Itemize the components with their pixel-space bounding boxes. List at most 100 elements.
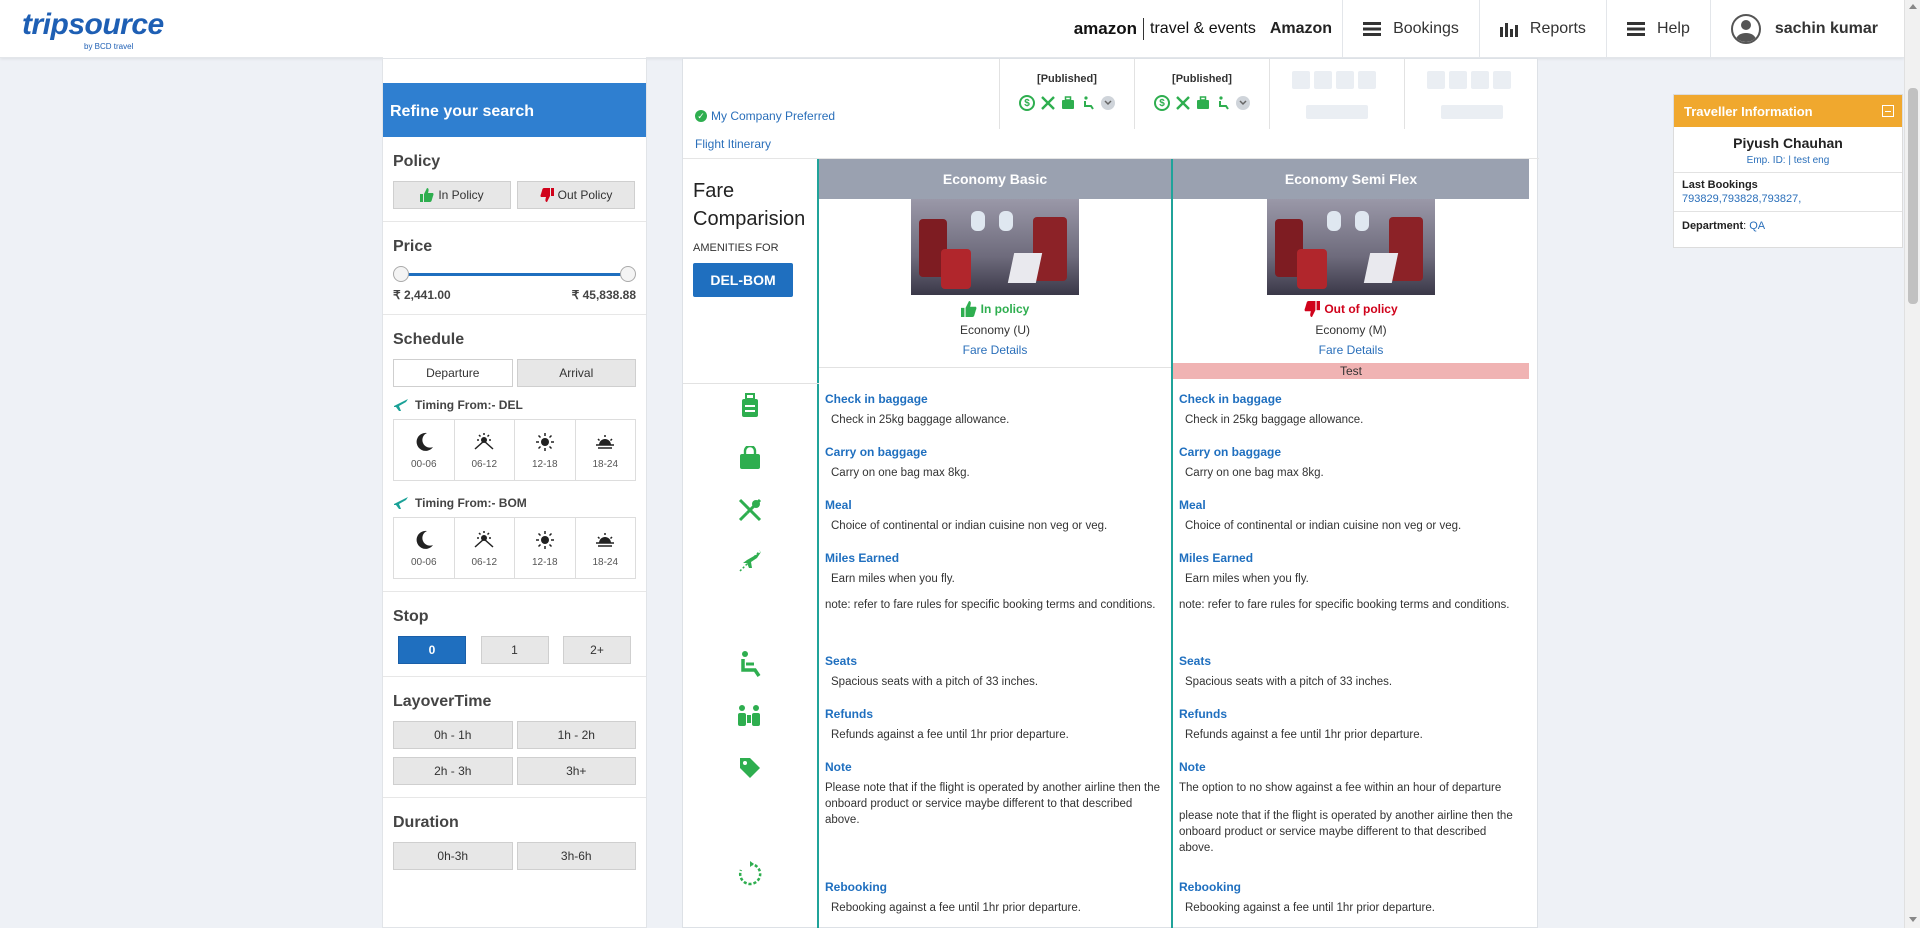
slot-18-24[interactable]: 18-24	[576, 420, 636, 480]
layover-3plus-button[interactable]: 3h+	[516, 757, 636, 785]
moon-icon	[416, 432, 433, 451]
route-button[interactable]: DEL-BOM	[693, 263, 793, 297]
amenity-miles-earned: Miles Earned Earn miles when you fly. no…	[825, 551, 1156, 611]
layover-0-1-button[interactable]: 0h - 1h	[393, 721, 513, 749]
amenity-rebooking: Rebooking Rebooking against a fee until …	[1179, 880, 1435, 914]
page-scrollbar[interactable]	[1904, 0, 1920, 928]
amenity-carry-on-baggage: Carry on baggage Carry on one bag max 8k…	[825, 445, 970, 479]
slot-12-18[interactable]: 12-18	[515, 518, 576, 578]
amenity-seats: Seats Spacious seats with a pitch of 33 …	[1179, 654, 1393, 688]
nav-bookings-label: Bookings	[1393, 20, 1459, 37]
layover-1-2-button[interactable]: 1h - 2h	[516, 721, 636, 749]
price-max-handle[interactable]	[620, 266, 636, 282]
sunset-icon	[596, 532, 615, 547]
price-filter: Price ₹ 2,441.00 ₹ 45,838.88	[383, 222, 646, 315]
meal-icon	[735, 495, 765, 525]
slot-06-12[interactable]: 06-12	[455, 420, 515, 480]
del-time-slots: 00-06 06-12 12-18 18-24	[393, 419, 636, 481]
flight-summary: ✓ My Company Preferred Flight Itinerary …	[683, 59, 1539, 159]
duration-3-6-button[interactable]: 3h-6h	[516, 842, 636, 870]
bar-chart-icon	[1499, 21, 1518, 37]
company-name: Amazon	[1269, 20, 1333, 37]
department: Department: QA	[1674, 211, 1902, 238]
amenity-carry-on-baggage: Carry on baggage Carry on one bag max 8k…	[1179, 445, 1324, 479]
nav-reports-label: Reports	[1529, 20, 1586, 37]
baggage-icon	[1197, 96, 1209, 109]
slot-00-06[interactable]: 00-06	[394, 420, 455, 480]
logo-sub: by BCD travel	[84, 42, 134, 51]
chevron-down-icon[interactable]	[1101, 96, 1115, 110]
out-policy-button[interactable]: Out Policy	[517, 181, 635, 209]
slot-12-18[interactable]: 12-18	[515, 420, 576, 480]
published-label: [Published]	[1037, 73, 1097, 85]
timing-del-label: Timing From:- DEL	[415, 398, 523, 412]
tripsource-logo[interactable]: tripsource by BCD travel	[22, 8, 164, 51]
amenity-refunds: Refunds Refunds against a fee until 1hr …	[825, 707, 1069, 741]
plane-icon	[393, 495, 409, 511]
tag-icon	[735, 753, 765, 783]
refine-title: Refine your search	[383, 83, 646, 137]
slot-00-06[interactable]: 00-06	[394, 518, 455, 578]
price-heading: Price	[393, 238, 433, 255]
tab-departure[interactable]: Departure	[393, 359, 513, 387]
traveller-info-header: Traveller Information	[1674, 95, 1902, 127]
seat-icon	[1084, 96, 1094, 110]
amenity-rebooking: Rebooking Rebooking against a fee until …	[825, 880, 1081, 914]
fare-option-1[interactable]: [Published] $	[999, 59, 1134, 129]
traveller-info-panel: Traveller Information Piyush Chauhan Emp…	[1673, 94, 1903, 248]
amenity-note: Note The option to no show against a fee…	[1179, 760, 1513, 854]
nav-reports[interactable]: Reports	[1478, 0, 1606, 58]
amenity-meal: Meal Choice of continental or indian cui…	[1179, 498, 1462, 532]
tab-arrival[interactable]: Arrival	[516, 359, 636, 387]
fare-option-placeholder	[1404, 59, 1539, 129]
fare-details-link[interactable]: Fare Details	[819, 343, 1171, 357]
seat-icon	[1219, 96, 1229, 110]
meal-icon	[1041, 96, 1055, 110]
amenities-label-column: Fare Comparision AMENITIES FOR DEL-BOM	[683, 159, 819, 928]
slot-06-12[interactable]: 06-12	[455, 518, 515, 578]
list-icon	[1626, 22, 1645, 36]
refine-sidebar: Refine your search Policy In Policy Out …	[382, 58, 647, 928]
fare-option-placeholder	[1269, 59, 1404, 129]
dollar-icon: $	[1154, 95, 1170, 111]
in-policy-button[interactable]: In Policy	[393, 181, 511, 209]
duration-0-3-button[interactable]: 0h-3h	[393, 842, 513, 870]
user-name: sachin kumar	[1774, 20, 1878, 37]
user-menu[interactable]: sachin kumar	[1709, 0, 1904, 58]
policy-status: In policy	[819, 301, 1171, 317]
price-min-handle[interactable]	[393, 266, 409, 282]
timing-bom-label: Timing From:- BOM	[415, 496, 527, 510]
fare-class: Economy (U)	[959, 323, 1030, 337]
refund-people-icon	[735, 701, 765, 731]
stop-2plus-button[interactable]: 2+	[563, 636, 631, 664]
nav-help[interactable]: Help	[1605, 0, 1710, 58]
fare-column-header: Economy Basic	[819, 159, 1171, 199]
nav-bookings[interactable]: Bookings	[1342, 0, 1479, 58]
price-slider[interactable]	[393, 266, 636, 282]
slot-18-24[interactable]: 18-24	[576, 518, 636, 578]
stop-0-button[interactable]: 0	[398, 636, 466, 664]
sun-icon	[535, 530, 554, 549]
amenity-meal: Meal Choice of continental or indian cui…	[825, 498, 1108, 532]
scrollbar-thumb[interactable]	[1908, 88, 1918, 304]
cabin-image	[1267, 199, 1435, 295]
thumbs-down-icon	[540, 188, 554, 202]
nav-menu: amazon travel & events Amazon Bookings R…	[1064, 0, 1904, 58]
policy-heading: Policy	[393, 153, 441, 170]
avatar-icon	[1730, 14, 1761, 44]
amazon-logo: amazon	[1073, 19, 1138, 38]
stop-1-button[interactable]: 1	[480, 636, 549, 664]
price-min: ₹ 2,441.00	[393, 288, 451, 302]
fare-class: Economy (M)	[1315, 323, 1387, 337]
flight-itinerary-link[interactable]: Flight Itinerary	[695, 137, 771, 151]
sunrise-icon	[474, 530, 494, 548]
fare-details-link[interactable]: Fare Details	[1173, 343, 1529, 357]
fare-option-2[interactable]: [Published] $	[1134, 59, 1269, 129]
chevron-down-icon[interactable]	[1236, 96, 1250, 110]
fare-column-economy-basic: Economy Basic In policy Economy (U) Fare…	[819, 159, 1173, 928]
collapse-icon[interactable]	[1882, 105, 1894, 117]
employee-id: Emp. ID: | test eng	[1746, 155, 1830, 166]
traveller-name: Piyush Chauhan	[1733, 135, 1843, 151]
layover-heading: LayoverTime	[393, 693, 492, 710]
layover-2-3-button[interactable]: 2h - 3h	[393, 757, 513, 785]
